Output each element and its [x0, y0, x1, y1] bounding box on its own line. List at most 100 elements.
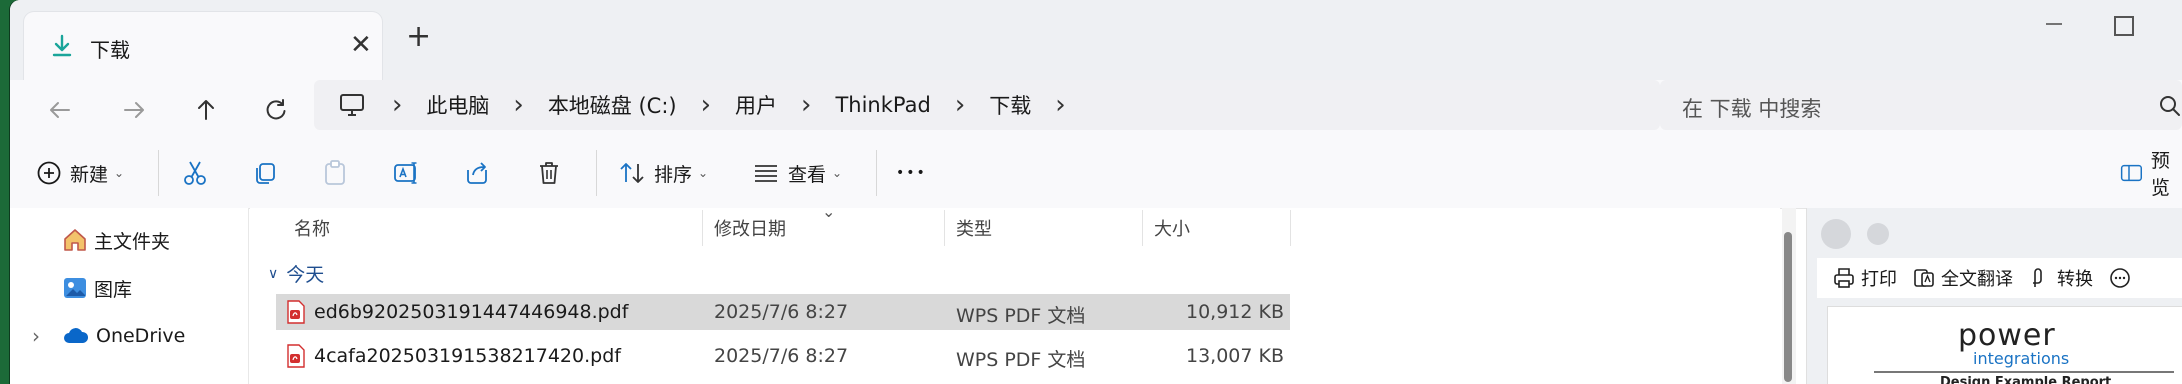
share-button[interactable]	[464, 156, 492, 190]
divider[interactable]	[944, 210, 945, 246]
scrollbar-thumb[interactable]	[1784, 232, 1792, 382]
search-input[interactable]: 在 下载 中搜索	[1660, 80, 2182, 130]
forward-button[interactable]	[114, 90, 154, 130]
sidebar-item-label: 主文件夹	[94, 230, 171, 253]
column-header-type[interactable]: 类型	[956, 208, 992, 248]
new-button[interactable]: 新建 ⌄	[36, 156, 124, 190]
minimize-icon[interactable]	[2044, 14, 2064, 34]
search-icon[interactable]	[2158, 94, 2182, 118]
table-row[interactable]: ed6b9202503191447446948.pdf 2025/7/6 8:2…	[276, 294, 1290, 330]
chevron-down-icon: ⌄	[832, 166, 843, 180]
sort-icon	[620, 163, 644, 183]
breadcrumb-thinkpad[interactable]: ThinkPad	[835, 93, 930, 117]
chevron-right-icon[interactable]: ›	[32, 324, 62, 348]
chevron-right-icon[interactable]: ›	[801, 92, 811, 118]
breadcrumb-local-disk[interactable]: 本地磁盘 (C:)	[548, 90, 677, 120]
back-arrow-icon	[50, 102, 70, 118]
close-tab-icon[interactable]: ✕	[350, 30, 372, 60]
view-label: 查看	[788, 163, 827, 186]
sort-chevron-icon: ⌄	[822, 202, 836, 221]
home-icon	[64, 229, 86, 251]
document-preview: power integrations Design Example Report	[1827, 306, 2182, 384]
preview-pane-button[interactable]: 预览	[2120, 150, 2182, 199]
group-header-today[interactable]: ∨ 今天	[268, 260, 324, 287]
settings-icon[interactable]	[1867, 223, 1889, 245]
clipboard-icon	[325, 160, 345, 185]
sidebar-item-onedrive[interactable]: › OneDrive	[32, 321, 185, 351]
search-placeholder: 在 下载 中搜索	[1682, 97, 1822, 121]
chevron-right-icon[interactable]: ›	[701, 92, 711, 118]
column-header-size[interactable]: 大小	[1154, 208, 1190, 248]
chevron-right-icon[interactable]: ›	[1055, 92, 1065, 118]
translate-button[interactable]: 全文翻译	[1913, 265, 2013, 291]
divider[interactable]	[702, 210, 703, 246]
new-tab-button[interactable]: +	[406, 22, 431, 52]
table-row[interactable]: 4cafa202503191538217420.pdf 2025/7/6 8:2…	[276, 338, 1290, 374]
sidebar-item-gallery[interactable]: 图库	[62, 273, 132, 303]
chevron-right-icon[interactable]: ›	[955, 92, 965, 118]
divider[interactable]	[1142, 210, 1143, 246]
delete-button[interactable]	[536, 156, 562, 190]
divider	[158, 150, 159, 196]
translate-icon	[1914, 269, 1934, 287]
file-name: 4cafa202503191538217420.pdf	[314, 345, 621, 367]
copy-button[interactable]	[252, 156, 278, 190]
chevron-down-icon: ⌄	[114, 166, 125, 180]
translate-label: 全文翻译	[1941, 269, 2013, 290]
print-button[interactable]: 打印	[1833, 265, 1897, 291]
breadcrumb-this-pc[interactable]: 此电脑	[426, 90, 489, 120]
up-button[interactable]	[186, 90, 226, 130]
sidebar-item-home[interactable]: 主文件夹	[62, 225, 170, 255]
avatar[interactable]	[1821, 219, 1851, 249]
file-date: 2025/7/6 8:27	[714, 345, 849, 367]
document-title: Design Example Report	[1940, 375, 2112, 384]
logo-power: power	[1958, 318, 2056, 353]
rename-button[interactable]	[392, 156, 420, 190]
divider	[876, 150, 877, 196]
more-button[interactable]	[2109, 267, 2131, 289]
chevron-down-icon: ⌄	[698, 166, 709, 180]
file-date: 2025/7/6 8:27	[714, 301, 849, 323]
command-bar: 新建 ⌄ 排序 ⌄ 查看 ⌄ ••• 预览	[10, 138, 2182, 209]
more-circle-icon	[2110, 268, 2130, 288]
convert-button[interactable]: 转换	[2029, 265, 2093, 291]
share-icon	[467, 162, 487, 184]
address-row: › 此电脑 › 本地磁盘 (C:) › 用户 › ThinkPad › 下载 ›…	[10, 80, 2182, 138]
breadcrumb-users[interactable]: 用户	[735, 90, 777, 120]
divider[interactable]	[1290, 210, 1291, 246]
chevron-right-icon[interactable]: ›	[513, 92, 523, 118]
preview-label: 预览	[2150, 150, 2170, 199]
chevron-right-icon[interactable]: ›	[392, 92, 402, 118]
preview-pane-icon	[2120, 164, 2143, 182]
file-size: 10,912 KB	[1185, 301, 1284, 323]
copy-icon	[256, 163, 275, 184]
file-name: ed6b9202503191447446948.pdf	[314, 301, 629, 323]
refresh-icon	[266, 99, 286, 120]
tab-downloads[interactable]: 下载 ✕	[24, 12, 382, 80]
preview-pane: 打印 全文翻译 转换 power integrations Design Exa…	[1806, 208, 2182, 384]
sidebar-item-label: 图库	[94, 278, 133, 301]
up-arrow-icon	[198, 100, 214, 120]
breadcrumb[interactable]: › 此电脑 › 本地磁盘 (C:) › 用户 › ThinkPad › 下载 ›	[314, 80, 1660, 130]
maximize-icon[interactable]	[2114, 16, 2134, 36]
view-button[interactable]: 查看 ⌄	[752, 156, 842, 190]
sidebar-item-label: OneDrive	[96, 325, 186, 347]
scrollbar[interactable]	[1782, 208, 1796, 384]
cloud-icon	[64, 328, 89, 343]
tab-title: 下载	[90, 38, 130, 62]
printer-icon	[1834, 268, 1854, 288]
logo-integrations: integrations	[1973, 349, 2070, 368]
sort-button[interactable]: 排序 ⌄	[618, 156, 708, 190]
back-button[interactable]	[40, 90, 80, 130]
file-type: WPS PDF 文档	[956, 349, 1086, 371]
more-options-icon[interactable]: •••	[896, 156, 927, 190]
column-header-name[interactable]: 名称	[294, 208, 330, 248]
paste-button[interactable]	[322, 156, 348, 190]
this-pc-icon[interactable]	[338, 92, 368, 118]
refresh-button[interactable]	[256, 90, 296, 130]
preview-actions: 打印 全文翻译 转换	[1817, 258, 2182, 298]
column-header-date[interactable]: 修改日期	[714, 208, 786, 248]
breadcrumb-downloads[interactable]: 下载	[989, 90, 1031, 120]
divider	[1874, 371, 2174, 373]
cut-button[interactable]	[182, 156, 208, 190]
